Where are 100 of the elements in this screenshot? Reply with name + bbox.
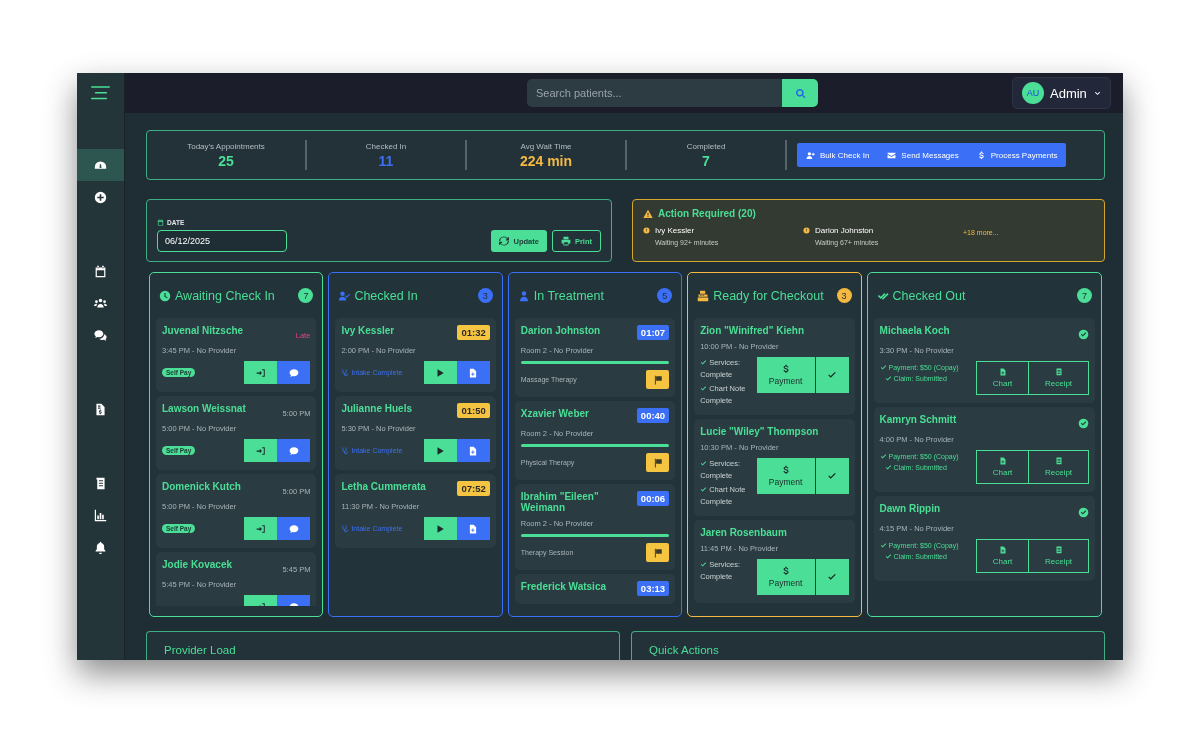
calendar-icon <box>94 264 107 278</box>
stat-label: Today's Appointments <box>187 141 265 151</box>
action-required-title: Action Required (20) <box>658 208 756 219</box>
receipt-button[interactable]: Receipt <box>1029 450 1089 484</box>
chat-icon <box>288 523 299 534</box>
finish-button[interactable] <box>646 370 670 389</box>
patient-name: Darion Johnston <box>520 325 601 336</box>
message-button[interactable] <box>277 361 311 384</box>
timer: 01:32 <box>457 325 490 340</box>
chat-icon <box>94 328 107 342</box>
sign-in-icon <box>255 523 266 534</box>
complete-button[interactable] <box>815 458 849 494</box>
start-button[interactable] <box>423 361 457 384</box>
check-in-button[interactable] <box>244 439 278 462</box>
stat-label: Checked In <box>365 141 407 151</box>
chart-button[interactable]: Chart <box>976 539 1029 573</box>
bulk-action-button[interactable]: Send Messages <box>878 143 968 167</box>
receipt-button[interactable]: Receipt <box>1029 539 1089 573</box>
check-icon <box>827 370 838 380</box>
chart-button[interactable]: Chart <box>976 361 1029 395</box>
check-icon <box>827 572 838 582</box>
receipt-icon <box>1054 546 1063 554</box>
count-badge: 7 <box>298 288 314 303</box>
complete-button[interactable] <box>815 357 849 393</box>
check-in-button[interactable] <box>244 517 278 540</box>
printer-icon <box>560 236 571 246</box>
patient-name: Zion "Winifred" Kiehn <box>700 325 805 336</box>
patient-name: Letha Cummerata <box>341 481 426 492</box>
payment-button[interactable]: Payment <box>756 559 815 595</box>
complete-button[interactable] <box>815 559 849 595</box>
bulk-action-button[interactable]: Process Payments <box>967 143 1067 167</box>
add-note-button[interactable] <box>456 361 490 384</box>
patient-card[interactable]: Frederick Watsica 03:13 <box>514 574 676 604</box>
chat-icon <box>288 445 299 456</box>
bar-chart-icon <box>94 508 107 522</box>
patient-name: Jodie Kovacek <box>162 559 233 570</box>
flag-icon <box>652 374 663 385</box>
count-badge: 7 <box>1077 288 1092 303</box>
timer: 00:40 <box>636 408 670 423</box>
count-badge: 5 <box>657 288 673 303</box>
patient-name: Juvenal Nitzsche <box>162 325 244 336</box>
user-icon <box>517 289 530 302</box>
patient-name: Darion Johnston <box>815 226 875 235</box>
message-button[interactable] <box>277 517 311 540</box>
start-button[interactable] <box>423 439 457 462</box>
chart-button[interactable]: Chart <box>976 450 1029 484</box>
date-field[interactable]: 06/12/2025 <box>157 230 287 252</box>
stethoscope-icon <box>341 368 350 377</box>
add-note-button[interactable] <box>456 517 490 540</box>
column-title: Awaiting Check In <box>175 288 276 303</box>
timer: 01:07 <box>636 325 670 340</box>
play-icon <box>435 367 446 378</box>
search-button[interactable] <box>782 79 818 107</box>
add-note-button[interactable] <box>456 439 490 462</box>
count-badge: 3 <box>836 288 852 303</box>
users-icon <box>94 296 107 310</box>
patient-name: Dawn Rippin <box>879 503 941 514</box>
finish-button[interactable] <box>646 543 670 562</box>
timer: 01:50 <box>457 403 490 418</box>
search-field[interactable]: Search patients... <box>527 79 782 107</box>
patient-name: Ivy Kessler <box>341 325 395 336</box>
timer: 00:06 <box>636 491 670 506</box>
gauge-icon <box>94 158 107 172</box>
clock-icon <box>159 289 171 302</box>
stat-value: 224 min <box>519 152 573 169</box>
user-check-icon <box>338 289 351 302</box>
bell-icon <box>94 540 107 554</box>
patient-name: Julianne Huels <box>341 403 412 414</box>
stat-label: Completed <box>686 141 726 151</box>
check-icon <box>700 385 708 392</box>
start-button[interactable] <box>423 517 457 540</box>
message-button[interactable] <box>277 439 311 462</box>
patient-name: Domenick Kutch <box>162 481 241 492</box>
flag-icon <box>652 457 663 468</box>
menu-icon[interactable] <box>91 86 110 100</box>
user-menu-button[interactable]: AU Admin <box>1012 77 1111 109</box>
patient-name: Lawson Weissnat <box>162 403 246 414</box>
receipt-button[interactable]: Receipt <box>1029 361 1089 395</box>
payment-button[interactable]: Payment <box>756 458 815 494</box>
panel-title: Quick Actions <box>649 644 719 657</box>
sidebar-item[interactable] <box>77 149 124 181</box>
stethoscope-icon <box>341 524 350 533</box>
check-icon <box>700 460 708 467</box>
play-icon <box>435 445 446 456</box>
document-icon <box>94 476 107 490</box>
file-plus-icon <box>998 457 1007 465</box>
user-plus-icon <box>806 150 815 160</box>
file-plus-icon <box>998 368 1007 376</box>
alert-icon <box>643 227 650 234</box>
sign-in-icon <box>255 445 266 456</box>
payment-button[interactable]: Payment <box>756 357 815 393</box>
flag-icon <box>652 547 663 558</box>
check-in-button[interactable] <box>244 361 278 384</box>
file-plus-icon <box>468 367 479 378</box>
file-plus-icon <box>998 546 1007 554</box>
finish-button[interactable] <box>646 453 670 472</box>
receipt-icon <box>1054 368 1063 376</box>
bulk-action-button[interactable]: Bulk Check In <box>797 143 879 167</box>
stat-value: 25 <box>218 152 234 169</box>
envelope-icon <box>887 150 897 160</box>
